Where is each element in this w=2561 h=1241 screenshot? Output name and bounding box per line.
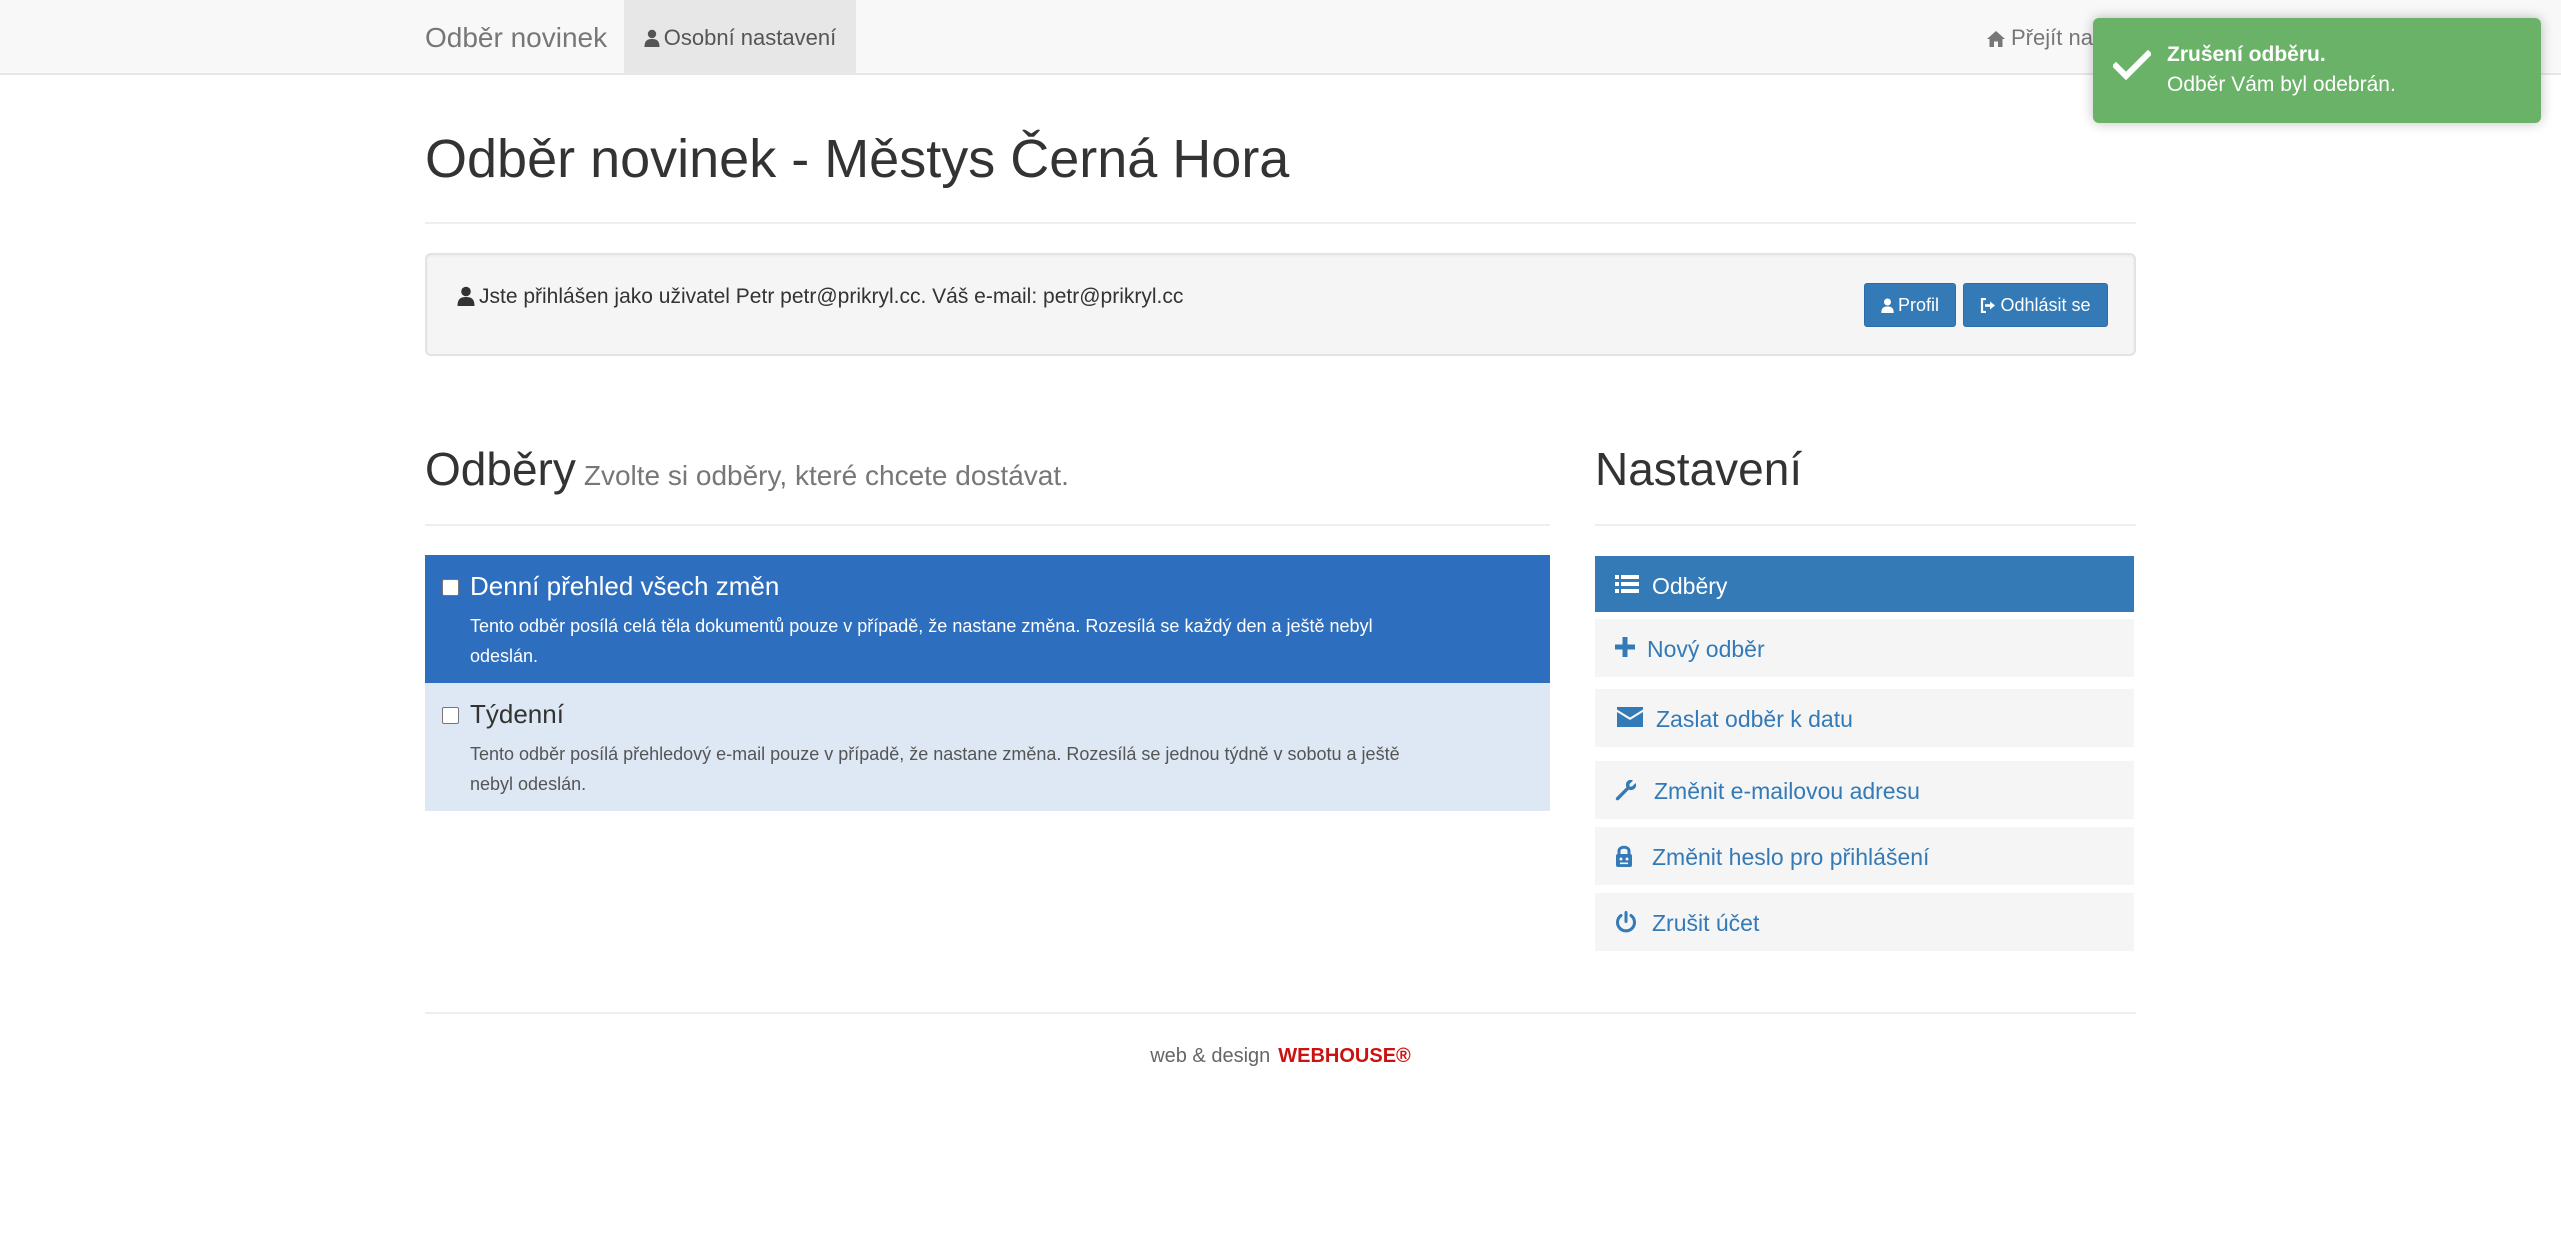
subscription-checkbox-weekly[interactable] <box>442 707 459 724</box>
settings-item-label: Nový odběr <box>1647 636 1765 662</box>
subscription-checkbox-daily[interactable] <box>442 579 459 596</box>
toast-message: Odběr Vám byl odebrán. <box>2167 73 2396 96</box>
subscriptions-subtitle: Zvolte si odběry, které chcete dostávat. <box>583 460 1069 491</box>
user-icon <box>644 29 660 47</box>
settings-item-subscriptions[interactable]: Odběry <box>1595 556 2134 612</box>
settings-item-label: Zrušit účet <box>1652 910 1760 936</box>
power-icon <box>1616 911 1636 933</box>
footer: web & design WEBHOUSE® <box>0 1045 2561 1068</box>
title-divider <box>425 222 2136 224</box>
subscription-description: Tento odběr posílá přehledový e-mail pou… <box>470 744 1400 794</box>
plus-icon <box>1615 637 1635 657</box>
user-info: Jste přihlášen jako uživatel Petr petr@p… <box>457 285 1183 309</box>
settings-item-label: Změnit e-mailovou adresu <box>1654 778 1920 804</box>
user-info-text: Jste přihlášen jako uživatel Petr petr@p… <box>479 285 1184 308</box>
list-icon <box>1615 575 1639 593</box>
settings-item-change-password[interactable]: Změnit heslo pro přihlášení <box>1595 827 2134 885</box>
subscription-item-weekly[interactable]: Týdenní Tento odběr posílá přehledový e-… <box>425 683 1550 811</box>
settings-item-label: Odběry <box>1652 573 1728 599</box>
settings-item-cancel-account[interactable]: Zrušit účet <box>1595 893 2134 951</box>
profile-button-label: Profil <box>1897 295 1939 315</box>
nav-personal-settings-label: Osobní nastavení <box>663 25 837 50</box>
footer-brand-link[interactable]: WEBHOUSE® <box>1278 1045 1411 1067</box>
checkmark-icon <box>2113 50 2151 80</box>
user-icon <box>1881 298 1894 313</box>
settings-heading: Nastavení <box>1595 443 1803 495</box>
user-info-panel: Jste přihlášen jako uživatel Petr petr@p… <box>425 253 2136 356</box>
subscription-item-daily[interactable]: Denní přehled všech změn Tento odběr pos… <box>425 555 1550 683</box>
settings-divider <box>1595 524 2136 526</box>
subscriptions-title: Odběry <box>425 443 576 495</box>
nav-personal-settings[interactable]: Osobní nastavení <box>624 0 856 75</box>
sign-out-icon <box>1981 297 1996 314</box>
subscriptions-divider <box>425 524 1550 526</box>
footer-text: web & design <box>1150 1045 1271 1067</box>
home-icon <box>1987 31 2005 47</box>
footer-divider <box>425 1012 2136 1014</box>
subscriptions-heading: Odběry Zvolte si odběry, které chcete dos… <box>425 442 1069 496</box>
subscription-description: Tento odběr posílá celá těla dokumentů p… <box>470 616 1373 666</box>
envelope-icon <box>1617 707 1643 727</box>
subscription-title: Denní přehled všech změn <box>470 571 780 601</box>
settings-item-label: Změnit heslo pro přihlášení <box>1652 844 1930 870</box>
profile-button[interactable]: Profil <box>1864 283 1956 327</box>
settings-item-label: Zaslat odběr k datu <box>1656 706 1853 732</box>
user-icon <box>457 286 475 306</box>
lock-icon <box>1616 845 1632 867</box>
navbar-brand[interactable]: Odběr novinek <box>425 0 607 75</box>
page-title: Odběr novinek - Městys Černá Hora <box>425 129 1290 189</box>
subscription-title: Týdenní <box>470 699 564 729</box>
logout-button-label: Odhlásit se <box>2000 295 2091 315</box>
logout-button[interactable]: Odhlásit se <box>1963 283 2108 327</box>
wrench-icon <box>1615 779 1637 801</box>
success-toast[interactable]: Zrušení odběru. Odběr Vám byl odebrán. <box>2093 18 2541 123</box>
toast-title: Zrušení odběru. <box>2167 43 2326 66</box>
settings-item-change-email[interactable]: Změnit e-mailovou adresu <box>1595 761 2134 819</box>
settings-item-send-by-date[interactable]: Zaslat odběr k datu <box>1595 689 2134 747</box>
settings-item-new-subscription[interactable]: Nový odběr <box>1595 619 2134 677</box>
